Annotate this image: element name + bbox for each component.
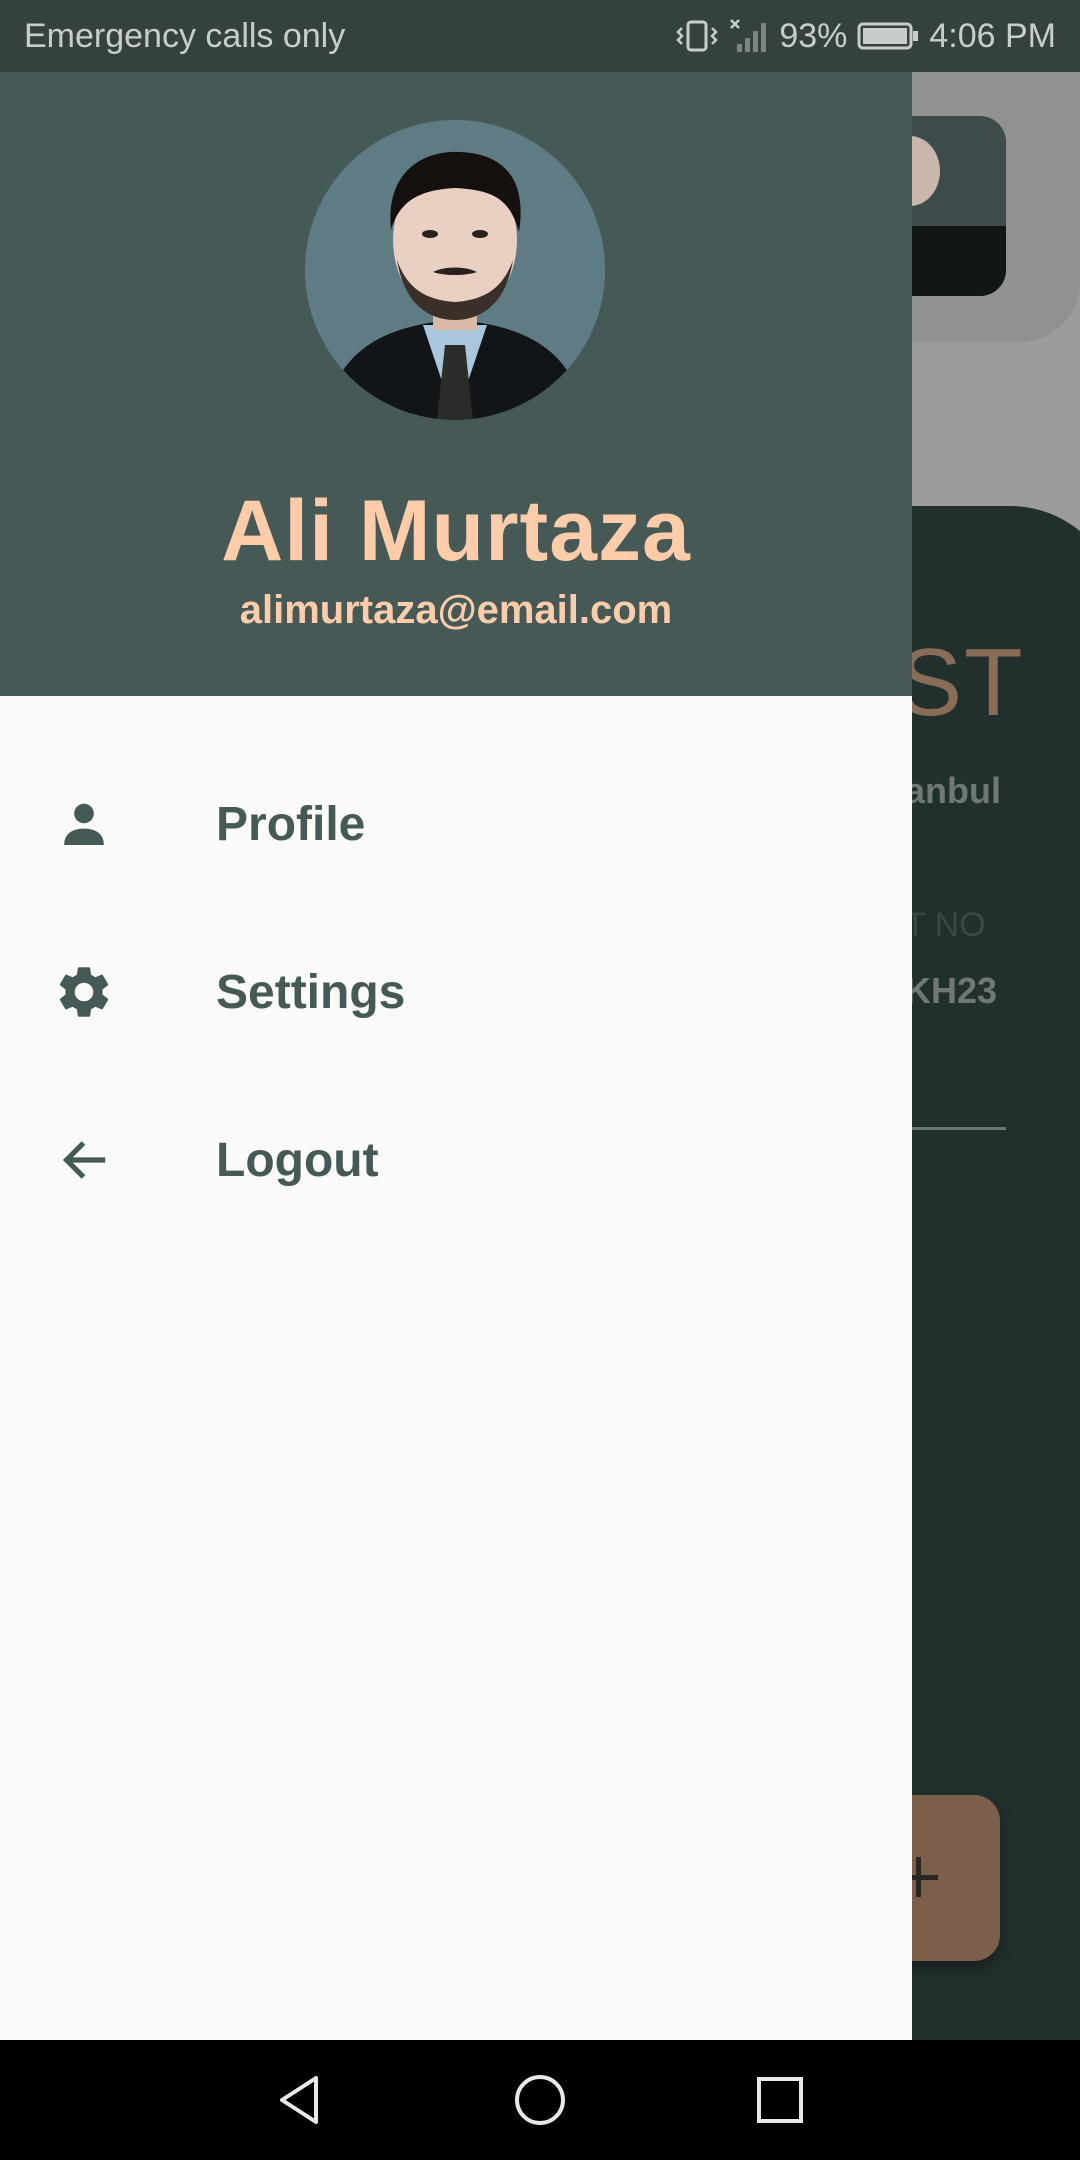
home-icon[interactable] [500,2060,580,2140]
menu-item-logout[interactable]: Logout [0,1076,912,1244]
user-email: alimurtaza@email.com [239,588,673,632]
back-icon[interactable] [260,2060,340,2140]
menu-item-label: Settings [216,965,406,1019]
menu-item-label: Logout [216,1133,379,1187]
battery-percent: 93% [779,16,848,55]
person-icon [50,790,118,858]
background-big-text: ST [898,629,1025,736]
gear-icon [50,958,118,1026]
no-signal-icon [729,18,769,54]
navigation-drawer: Ali Murtaza alimurtaza@email.com Profile… [0,72,912,2040]
background-label-text: T NO [905,906,986,944]
battery-icon [857,21,919,51]
menu-item-settings[interactable]: Settings [0,908,912,1076]
menu-item-profile[interactable]: Profile [0,740,912,908]
clock: 4:06 PM [929,16,1056,55]
background-city-text: anbul [905,770,1001,811]
drawer-menu: Profile Settings Logout [0,740,912,1244]
user-name: Ali Murtaza [221,483,691,579]
status-bar: Emergency calls only 93% 4:06 PM [0,0,1080,72]
carrier-text: Emergency calls only [24,16,346,55]
system-nav-bar [0,2040,1080,2160]
avatar[interactable] [305,120,605,420]
vibrate-icon [675,18,719,54]
recents-icon[interactable] [740,2060,820,2140]
menu-item-label: Profile [216,797,366,851]
avatar-portrait [305,120,605,420]
background-code-text: KH23 [905,970,998,1011]
drawer-header: Ali Murtaza alimurtaza@email.com [0,72,912,696]
arrow-left-icon [50,1126,118,1194]
